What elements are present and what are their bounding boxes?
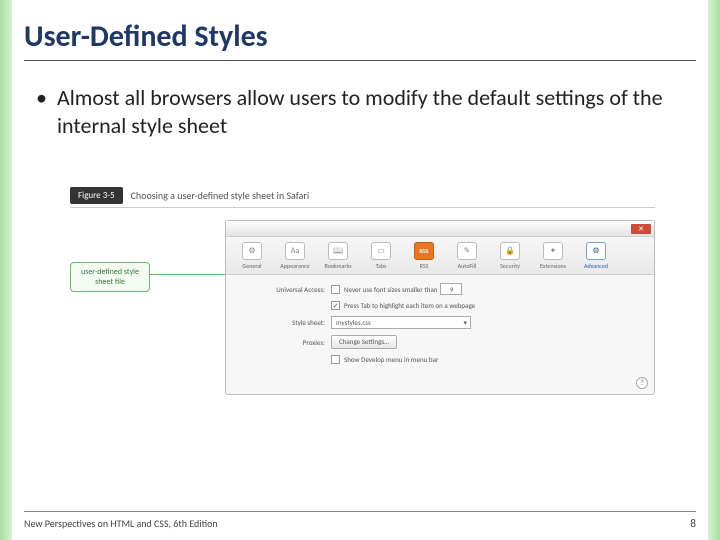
font-size-text: Never use font sizes smaller than bbox=[344, 285, 437, 294]
tab-rss[interactable]: RSS RSS bbox=[404, 242, 444, 270]
tab-autofill[interactable]: ✎ AutoFill bbox=[447, 242, 487, 270]
font-size-checkbox[interactable] bbox=[331, 285, 340, 294]
callout-box: user-defined style sheet file bbox=[70, 262, 150, 292]
preferences-body: Universal Access: Never use font sizes s… bbox=[226, 275, 654, 375]
bullet-text: Almost all browsers allow users to modif… bbox=[57, 84, 676, 140]
font-size-input[interactable]: 9 bbox=[440, 283, 462, 295]
proxies-label: Proxies: bbox=[236, 338, 331, 347]
tab-label: General bbox=[242, 262, 261, 270]
help-button[interactable]: ? bbox=[636, 377, 648, 389]
tab-extensions[interactable]: ✦ Extensions bbox=[533, 242, 573, 270]
footer-divider bbox=[24, 511, 696, 512]
figure-header: Figure 3-5 Choosing a user-defined style… bbox=[70, 185, 655, 205]
tab-label: Appearance bbox=[280, 262, 309, 270]
bookmarks-icon: 📖 bbox=[328, 242, 348, 260]
stylesheet-select[interactable]: mystyles.css bbox=[331, 316, 471, 329]
change-settings-button[interactable]: Change Settings... bbox=[331, 335, 397, 349]
tab-label: Bookmarks bbox=[324, 262, 351, 270]
row-develop: Show Develop menu in menu bar bbox=[236, 355, 644, 364]
figure-tag: Figure 3-5 bbox=[70, 187, 123, 204]
close-button[interactable]: ✕ bbox=[631, 224, 651, 234]
row-stylesheet: Style sheet: mystyles.css bbox=[236, 316, 644, 329]
title-underline bbox=[24, 60, 696, 61]
advanced-icon: ⚙ bbox=[586, 242, 606, 260]
footer-text: New Perspectives on HTML and CSS, 6th Ed… bbox=[24, 517, 218, 530]
tab-label: Advanced bbox=[584, 262, 608, 270]
press-tab-checkbox[interactable]: ✓ bbox=[331, 301, 340, 310]
figure-caption: Choosing a user-defined style sheet in S… bbox=[131, 189, 310, 202]
tab-general[interactable]: ⚙ General bbox=[232, 242, 272, 270]
tab-security[interactable]: 🔒 Security bbox=[490, 242, 530, 270]
autofill-icon: ✎ bbox=[457, 242, 477, 260]
tab-appearance[interactable]: Aa Appearance bbox=[275, 242, 315, 270]
slide-left-accent bbox=[0, 0, 12, 540]
bullet-dot: • bbox=[36, 84, 47, 140]
tabs-icon: ▭ bbox=[371, 242, 391, 260]
tab-tabs[interactable]: ▭ Tabs bbox=[361, 242, 401, 270]
checkmark-icon: ✓ bbox=[333, 301, 339, 310]
develop-text: Show Develop menu in menu bar bbox=[344, 355, 438, 364]
tab-label: Tabs bbox=[376, 262, 387, 270]
appearance-icon: Aa bbox=[285, 242, 305, 260]
figure-body: user-defined style sheet file ✕ ⚙ Genera… bbox=[70, 220, 655, 400]
tab-advanced[interactable]: ⚙ Advanced bbox=[576, 242, 616, 270]
rss-icon: RSS bbox=[414, 242, 434, 260]
tab-label: RSS bbox=[420, 262, 429, 270]
figure-divider bbox=[70, 207, 655, 208]
row-press-tab: ✓ Press Tab to highlight each item on a … bbox=[236, 301, 644, 310]
page-number: 8 bbox=[690, 517, 696, 530]
security-icon: 🔒 bbox=[500, 242, 520, 260]
press-tab-text: Press Tab to highlight each item on a we… bbox=[344, 301, 475, 310]
figure: Figure 3-5 Choosing a user-defined style… bbox=[70, 185, 655, 400]
tab-label: Extensions bbox=[540, 262, 566, 270]
universal-access-label: Universal Access: bbox=[236, 285, 331, 294]
safari-preferences-window: ✕ ⚙ General Aa Appearance 📖 Bookmarks ▭ … bbox=[225, 220, 655, 395]
window-titlebar: ✕ bbox=[226, 221, 654, 237]
tab-label: Security bbox=[500, 262, 520, 270]
general-icon: ⚙ bbox=[242, 242, 262, 260]
row-proxies: Proxies: Change Settings... bbox=[236, 335, 644, 349]
preferences-toolbar: ⚙ General Aa Appearance 📖 Bookmarks ▭ Ta… bbox=[226, 237, 654, 275]
slide-right-accent bbox=[708, 0, 720, 540]
develop-checkbox[interactable] bbox=[331, 355, 340, 364]
slide-title: User-Defined Styles bbox=[24, 18, 268, 55]
extensions-icon: ✦ bbox=[543, 242, 563, 260]
stylesheet-label: Style sheet: bbox=[236, 318, 331, 327]
tab-bookmarks[interactable]: 📖 Bookmarks bbox=[318, 242, 358, 270]
tab-label: AutoFill bbox=[458, 262, 477, 270]
bullet-item: • Almost all browsers allow users to mod… bbox=[36, 84, 676, 140]
row-universal-access: Universal Access: Never use font sizes s… bbox=[236, 283, 644, 295]
